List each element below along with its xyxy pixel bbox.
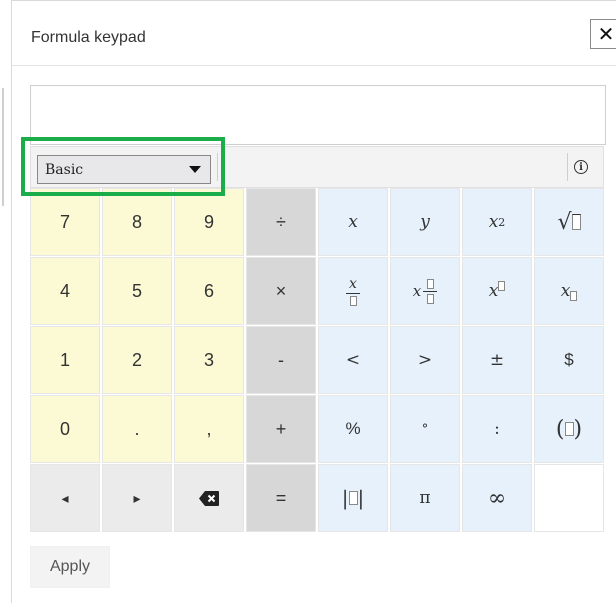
key-greater-than[interactable]: > (390, 326, 460, 394)
key-7[interactable]: 7 (30, 188, 100, 256)
key-colon[interactable]: : (462, 395, 532, 463)
key-absolute-value[interactable]: | | (318, 464, 388, 532)
key-8[interactable]: 8 (102, 188, 172, 256)
dialog-header: Formula keypad ✕ (12, 1, 616, 66)
key-fraction[interactable]: x (318, 257, 388, 325)
key-9[interactable]: 9 (174, 188, 244, 256)
key-multiply[interactable]: × (246, 257, 316, 325)
key-plus-minus[interactable]: ± (462, 326, 532, 394)
key-divide[interactable]: ÷ (246, 188, 316, 256)
dropdown-arrow-icon (189, 166, 201, 173)
close-button[interactable]: ✕ (590, 19, 616, 49)
key-6[interactable]: 6 (174, 257, 244, 325)
backspace-icon (199, 490, 219, 506)
dialog-title: Formula keypad (31, 29, 146, 46)
toolbar-divider (217, 153, 218, 181)
key-power[interactable]: x (462, 257, 532, 325)
key-decimal[interactable]: . (102, 395, 172, 463)
category-select[interactable]: Basic (37, 155, 211, 184)
key-less-than[interactable]: < (318, 326, 388, 394)
category-select-value: Basic (45, 161, 84, 178)
apply-button[interactable]: Apply (30, 546, 110, 588)
key-plus[interactable]: + (246, 395, 316, 463)
key-pi[interactable]: π (390, 464, 460, 532)
key-infinity[interactable]: ∞ (462, 464, 532, 532)
key-sqrt[interactable]: √ (534, 188, 604, 256)
key-dollar[interactable]: $ (534, 326, 604, 394)
key-backspace[interactable] (174, 464, 244, 532)
key-minus[interactable]: - (246, 326, 316, 394)
key-2[interactable]: 2 (102, 326, 172, 394)
key-subscript[interactable]: x (534, 257, 604, 325)
key-comma[interactable]: , (174, 395, 244, 463)
key-cursor-left[interactable]: ◂ (30, 464, 100, 532)
key-parentheses[interactable]: () (534, 395, 604, 463)
key-empty (534, 464, 604, 532)
keypad-grid: 7 8 9 ÷ x y x2 √ 4 5 6 × x x x x 1 2 3 -… (30, 188, 604, 533)
toolbar-divider (567, 153, 568, 181)
key-1[interactable]: 1 (30, 326, 100, 394)
key-degree[interactable]: ° (390, 395, 460, 463)
key-equals[interactable]: = (246, 464, 316, 532)
key-x-squared[interactable]: x2 (462, 188, 532, 256)
key-y[interactable]: y (390, 188, 460, 256)
key-0[interactable]: 0 (30, 395, 100, 463)
key-5[interactable]: 5 (102, 257, 172, 325)
key-x[interactable]: x (318, 188, 388, 256)
key-mixed-fraction[interactable]: x (390, 257, 460, 325)
key-cursor-right[interactable]: ▸ (102, 464, 172, 532)
key-3[interactable]: 3 (174, 326, 244, 394)
resize-handle[interactable] (2, 88, 12, 206)
key-4[interactable]: 4 (30, 257, 100, 325)
info-icon[interactable]: i (574, 160, 588, 174)
formula-input[interactable] (30, 85, 606, 145)
close-icon: ✕ (597, 23, 615, 46)
key-percent[interactable]: % (318, 395, 388, 463)
